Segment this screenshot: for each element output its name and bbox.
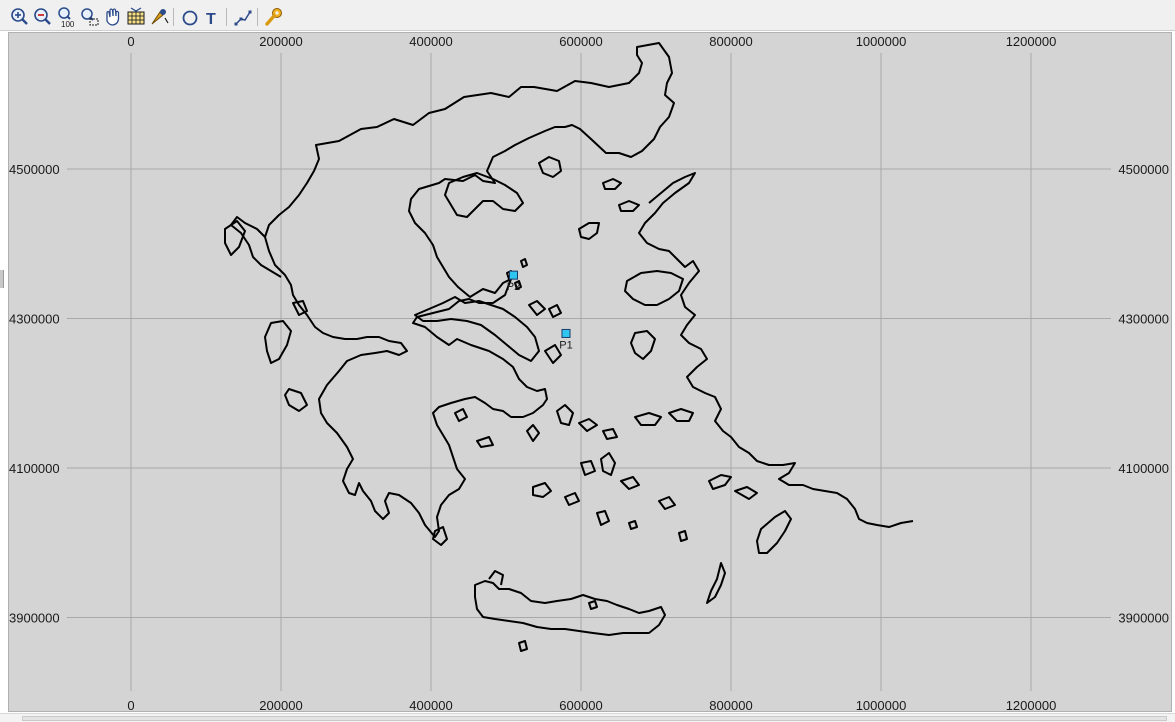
skiathos-outline: [528, 300, 546, 316]
ionian-island-2: [284, 388, 308, 412]
map-svg: P1 P2 0 0 200000 200000 400000 400000 600000 600…: [9, 34, 1169, 712]
anatolia-coast: [638, 172, 914, 528]
rhodes-outline: [756, 510, 792, 554]
scrollbar-thumb[interactable]: [22, 716, 1167, 721]
x-axis-label-top: 1000000: [856, 34, 907, 49]
karpathos-outline: [706, 562, 726, 604]
y-axis-label-right: 4100000: [1118, 461, 1169, 476]
polyline-tool-icon[interactable]: [232, 6, 254, 28]
map-toolbar: 100 T: [0, 0, 1175, 31]
x-axis-label-bottom: 400000: [409, 698, 452, 712]
milos-outline: [532, 482, 552, 498]
point-label-p1: P1: [559, 339, 572, 351]
x-axis-label-bottom: 600000: [559, 698, 602, 712]
zoom-out-icon[interactable]: [32, 6, 54, 28]
zoom-100-icon[interactable]: 100: [56, 6, 78, 28]
text-tool-label: T: [206, 11, 216, 28]
x-axis-label-top: 1200000: [1006, 34, 1057, 49]
islet-5: [628, 520, 638, 530]
zoom-100-label: 100: [61, 20, 75, 28]
dodecanese-1: [734, 486, 758, 500]
samos-outline: [668, 408, 694, 422]
x-axis-label-bottom: 800000: [709, 698, 752, 712]
hydra-outline: [476, 436, 494, 448]
x-axis-label-bottom: 1200000: [1006, 698, 1057, 712]
point-marker-p2[interactable]: [509, 270, 518, 280]
y-axis-label-left: 4300000: [9, 312, 60, 327]
andros-outline: [556, 404, 574, 426]
limnos-outline: [578, 222, 600, 240]
zoom-window-icon[interactable]: [79, 6, 101, 28]
y-axis-label-left: 3900000: [9, 611, 60, 626]
naxos-outline: [600, 452, 616, 476]
y-axis-label-left: 4500000: [9, 162, 60, 177]
x-axis-label-top: 200000: [259, 34, 302, 49]
y-axis-label-left: 4100000: [9, 461, 60, 476]
santorini-outline: [596, 510, 610, 526]
map-canvas[interactable]: P1 P2 0 0 200000 200000 400000 400000 600000 600…: [8, 32, 1172, 712]
euboea-outline: [414, 296, 540, 362]
properties-wrench-icon[interactable]: [263, 6, 285, 28]
lesbos-outline: [624, 270, 684, 306]
x-axis-label-top: 0: [127, 34, 134, 49]
x-axis-label-bottom: 200000: [259, 698, 302, 712]
y-axis-label-right: 4500000: [1118, 162, 1169, 177]
select-tool-icon[interactable]: [148, 6, 170, 28]
point-label-p2: P2: [507, 281, 520, 293]
corfu-outline: [224, 220, 246, 256]
x-axis-label-top: 600000: [559, 34, 602, 49]
ikaria-outline: [634, 412, 662, 426]
ios-outline: [564, 492, 580, 506]
circle-tool-icon[interactable]: [179, 6, 201, 28]
islet-4: [678, 530, 688, 542]
amorgos-outline: [620, 476, 640, 490]
aegina-outline: [454, 408, 468, 422]
ionian-island-1: [264, 320, 292, 364]
text-tool-icon[interactable]: T: [201, 6, 223, 28]
point-marker-p1[interactable]: [561, 328, 571, 338]
y-axis-label-right: 3900000: [1118, 611, 1169, 626]
y-axis-label-right: 4300000: [1118, 312, 1169, 327]
islet-6: [518, 640, 528, 652]
kea-outline: [526, 424, 540, 442]
x-axis-label-top: 800000: [709, 34, 752, 49]
samothraki-outline: [602, 178, 622, 190]
zoom-in-icon[interactable]: [9, 6, 31, 28]
imbros-outline: [618, 200, 640, 212]
x-axis-label-bottom: 0: [127, 698, 134, 712]
mykonos-outline: [602, 428, 618, 440]
ionian-island-3: [292, 300, 308, 316]
thasos-outline: [538, 156, 562, 178]
panel-resize-handle[interactable]: [0, 270, 4, 288]
kos-outline: [708, 474, 732, 490]
islet-1: [520, 258, 528, 268]
crete-outline: [474, 580, 666, 636]
mainland-outline: [264, 42, 675, 538]
skopelos-outline: [548, 304, 562, 318]
pan-hand-icon[interactable]: [102, 6, 124, 28]
x-axis-label-top: 400000: [409, 34, 452, 49]
marker-layer: P1 P2: [507, 270, 573, 351]
astypalea-outline: [658, 496, 676, 510]
coordinate-grid: [67, 53, 1111, 691]
chios-outline: [630, 330, 656, 360]
axis-labels: 0 0 200000 200000 400000 400000 600000 600000 80…: [9, 34, 1169, 712]
chalkidiki-outline: [444, 172, 524, 218]
tinos-outline: [578, 418, 598, 432]
x-axis-label-bottom: 1000000: [856, 698, 907, 712]
islet-7: [588, 600, 598, 610]
measure-grid-icon[interactable]: [125, 6, 147, 28]
